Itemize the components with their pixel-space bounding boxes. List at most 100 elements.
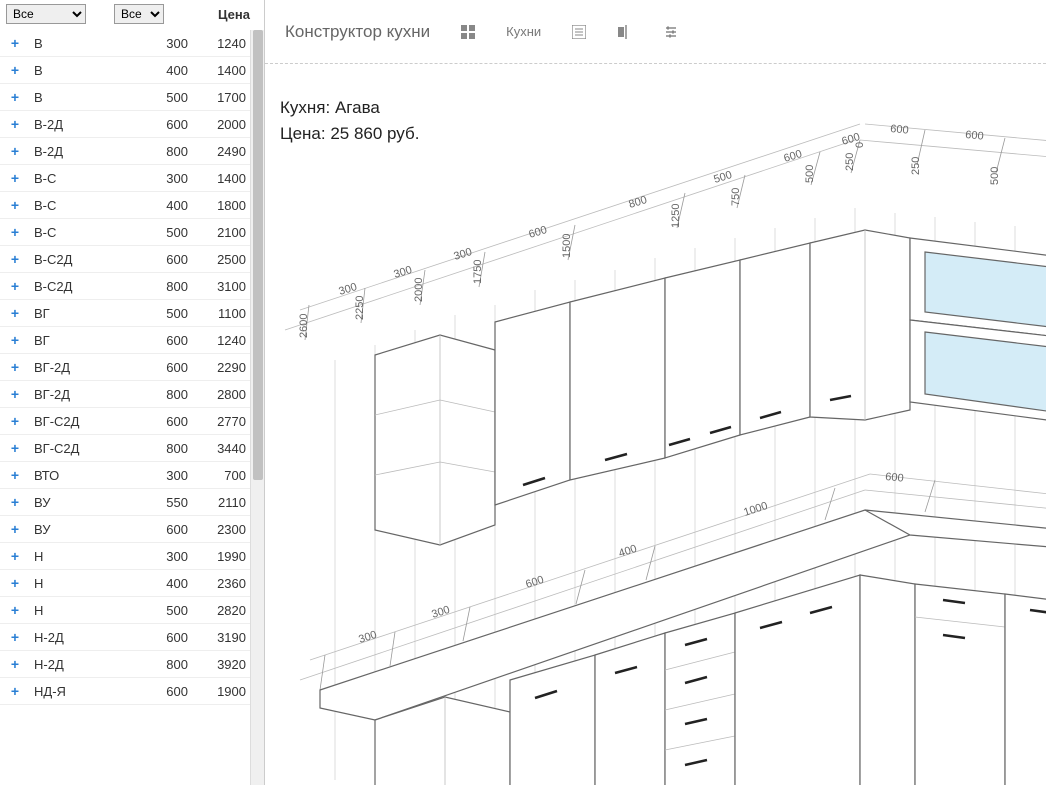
filter-select-2[interactable]: Все [114,4,164,24]
item-name: В-С [34,225,148,240]
add-icon[interactable]: + [6,684,24,698]
svg-text:400: 400 [617,543,638,560]
list-item[interactable]: +Н-2Д8003920 [0,651,264,678]
list-item[interactable]: +Н3001990 [0,543,264,570]
list-item[interactable]: +Н-2Д6003190 [0,624,264,651]
svg-text:600: 600 [885,471,904,485]
add-icon[interactable]: + [6,252,24,266]
item-name: ВГ-С2Д [34,441,148,456]
add-icon[interactable]: + [6,657,24,671]
item-price: 2100 [206,225,246,240]
list-item[interactable]: +ВУ5502110 [0,489,264,516]
grid-icon[interactable] [460,24,476,40]
item-price: 1900 [206,684,246,699]
list-item[interactable]: +В-2Д8002490 [0,138,264,165]
item-size: 600 [148,414,188,429]
list-item[interactable]: +В4001400 [0,57,264,84]
item-size: 300 [148,549,188,564]
svg-text:600: 600 [524,574,545,591]
add-icon[interactable]: + [6,549,24,563]
add-icon[interactable]: + [6,198,24,212]
drawing-canvas[interactable]: 300 300 300 600 800 500 600 600 2600 225… [265,80,1046,785]
item-name: ВТО [34,468,148,483]
list-item[interactable]: +ВГ-2Д8002800 [0,381,264,408]
item-size: 500 [148,306,188,321]
svg-text:500: 500 [712,169,733,186]
item-size: 800 [148,657,188,672]
svg-text:1000: 1000 [742,500,769,519]
list-item[interactable]: +В-2Д6002000 [0,111,264,138]
add-icon[interactable]: + [6,360,24,374]
parts-list: +В3001240+В4001400+В5001700+В-2Д6002000+… [0,30,264,785]
list-item[interactable]: +ВГ-2Д6002290 [0,354,264,381]
item-price: 1240 [206,333,246,348]
svg-text:1500: 1500 [561,234,573,258]
item-name: В [34,36,148,51]
list-item[interactable]: +В3001240 [0,30,264,57]
svg-text:600: 600 [782,148,803,165]
svg-text:750: 750 [730,188,742,206]
list-item[interactable]: +ВТО300700 [0,462,264,489]
filter-select-1[interactable]: Все [6,4,86,24]
list-item[interactable]: +ВГ-С2Д8003440 [0,435,264,462]
add-icon[interactable]: + [6,90,24,104]
scrollbar-thumb[interactable] [253,30,263,480]
svg-text:500: 500 [804,165,816,183]
kitchens-link[interactable]: Кухни [506,24,541,39]
add-icon[interactable]: + [6,441,24,455]
list-item[interactable]: +В-С4001800 [0,192,264,219]
item-size: 400 [148,198,188,213]
item-size: 800 [148,387,188,402]
scrollbar[interactable] [250,30,264,785]
add-icon[interactable]: + [6,495,24,509]
item-name: В-2Д [34,144,148,159]
add-icon[interactable]: + [6,36,24,50]
add-icon[interactable]: + [6,306,24,320]
item-name: ВГ [34,306,148,321]
main-area: Конструктор кухни Кухни Кухня: Агава Цен… [265,0,1046,785]
list-item[interactable]: +НД-Я6001900 [0,678,264,705]
list-item[interactable]: +В-С5002100 [0,219,264,246]
list-item[interactable]: +В-С3001400 [0,165,264,192]
add-icon[interactable]: + [6,225,24,239]
align-icon[interactable] [617,24,633,40]
add-icon[interactable]: + [6,333,24,347]
item-size: 600 [148,252,188,267]
item-price: 1400 [206,171,246,186]
item-size: 600 [148,630,188,645]
item-name: В-С [34,171,148,186]
list-item[interactable]: +ВГ5001100 [0,300,264,327]
item-price: 2300 [206,522,246,537]
item-price: 2770 [206,414,246,429]
item-size: 600 [148,360,188,375]
settings-icon[interactable] [663,24,679,40]
list-item[interactable]: +ВГ-С2Д6002770 [0,408,264,435]
add-icon[interactable]: + [6,576,24,590]
list-item[interactable]: +В-С2Д8003100 [0,273,264,300]
app-title: Конструктор кухни [285,22,430,42]
item-name: В [34,90,148,105]
item-name: НД-Я [34,684,148,699]
list-item[interactable]: +В-С2Д6002500 [0,246,264,273]
item-size: 800 [148,279,188,294]
list-item[interactable]: +ВГ6001240 [0,327,264,354]
item-name: В-2Д [34,117,148,132]
add-icon[interactable]: + [6,522,24,536]
add-icon[interactable]: + [6,630,24,644]
add-icon[interactable]: + [6,117,24,131]
add-icon[interactable]: + [6,171,24,185]
list-item[interactable]: +Н4002360 [0,570,264,597]
add-icon[interactable]: + [6,468,24,482]
add-icon[interactable]: + [6,603,24,617]
svg-text:300: 300 [337,281,358,298]
add-icon[interactable]: + [6,144,24,158]
list-item[interactable]: +Н5002820 [0,597,264,624]
add-icon[interactable]: + [6,279,24,293]
add-icon[interactable]: + [6,387,24,401]
list-item[interactable]: +ВУ6002300 [0,516,264,543]
item-price: 2490 [206,144,246,159]
add-icon[interactable]: + [6,63,24,77]
add-icon[interactable]: + [6,414,24,428]
list-item[interactable]: +В5001700 [0,84,264,111]
list-icon[interactable] [571,24,587,40]
